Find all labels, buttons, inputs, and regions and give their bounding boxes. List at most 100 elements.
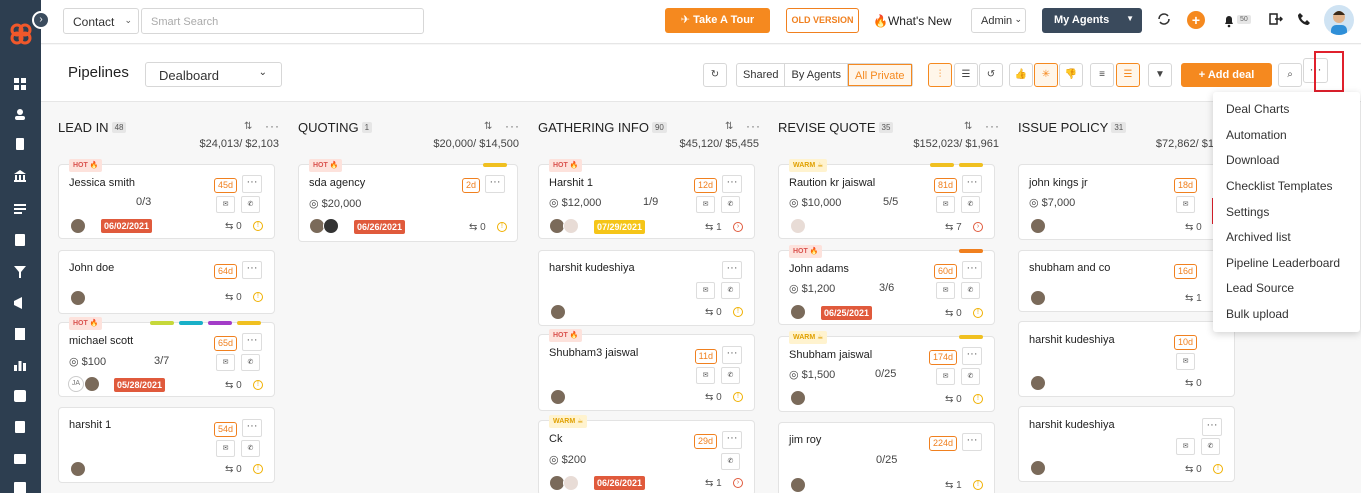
card-menu-button[interactable]: ···: [962, 433, 982, 451]
calculator-icon[interactable]: [14, 421, 26, 433]
my-agents-select[interactable]: My Agents ▼: [1042, 8, 1142, 33]
thumbs-down-button[interactable]: 👎: [1059, 63, 1083, 87]
old-version-button[interactable]: OLD VERSION: [786, 8, 859, 33]
board-select[interactable]: Dealboard ⌄: [145, 62, 282, 87]
email-icon[interactable]: ✉: [696, 196, 715, 213]
phone-icon[interactable]: ✆: [721, 367, 740, 384]
deal-card[interactable]: harshit kudeshiya 10d ✉ ⇆ 0: [1018, 321, 1235, 397]
bank-icon[interactable]: [14, 170, 26, 182]
filter-shared[interactable]: Shared: [737, 64, 786, 86]
take-a-tour-button[interactable]: ✈ Take A Tour: [665, 8, 770, 33]
menu-item-checklist-templates[interactable]: Checklist Templates: [1226, 179, 1360, 193]
search-button[interactable]: ⌕: [1278, 63, 1302, 87]
deal-card[interactable]: HOT 🔥 John adams 60d ··· ◎ $1,200 3/6 ✉ …: [778, 245, 995, 325]
sort-icon[interactable]: ⇅: [964, 121, 972, 132]
phone-icon[interactable]: ✆: [961, 196, 980, 213]
email-icon[interactable]: ✉: [936, 196, 955, 213]
email-icon[interactable]: ✉: [936, 368, 955, 385]
menu-item-bulk-upload[interactable]: Bulk upload: [1226, 307, 1346, 321]
smart-search-input[interactable]: Smart Search: [141, 8, 424, 34]
board-view-button[interactable]: ⫶: [928, 63, 952, 87]
card-menu-button[interactable]: ···: [242, 261, 262, 279]
deal-card[interactable]: shubham and co 16d ⇆ 1: [1018, 250, 1235, 312]
card-menu-button[interactable]: ···: [242, 419, 262, 437]
deal-card[interactable]: harshit kudeshiya ··· ✉ ✆ ⇆ 0 !: [538, 250, 755, 326]
filter-icon[interactable]: [14, 266, 26, 278]
refresh-button[interactable]: ↻: [703, 63, 727, 87]
app-logo[interactable]: [9, 22, 33, 46]
more-options-button[interactable]: ···: [1303, 58, 1328, 83]
card-menu-button[interactable]: ···: [722, 175, 742, 193]
analytics-icon[interactable]: [14, 390, 26, 402]
reports-icon[interactable]: [14, 359, 26, 371]
deal-card[interactable]: HOT 🔥 michael scott 65d ··· ◎ $100 3/7 ✉…: [58, 317, 275, 397]
card-menu-button[interactable]: ···: [962, 261, 982, 279]
phone-icon[interactable]: [1297, 12, 1313, 28]
menu-item-settings[interactable]: Settings: [1226, 205, 1346, 219]
phone-icon[interactable]: ✆: [961, 368, 980, 385]
email-icon[interactable]: ✉: [1176, 353, 1195, 370]
sort-icon[interactable]: ⇅: [244, 121, 252, 132]
deal-card[interactable]: harshit 1 54d ··· ✉ ✆ ⇆ 0 !: [58, 407, 275, 483]
menu-item-automation[interactable]: Automation: [1226, 128, 1346, 142]
deal-card[interactable]: HOT 🔥 Shubham3 jaiswal 11d ··· ✉ ✆ ⇆ 0 !: [538, 329, 755, 411]
filter-button[interactable]: ▼: [1148, 63, 1172, 87]
phone-icon[interactable]: ✆: [961, 282, 980, 299]
column-menu-button[interactable]: ···: [265, 119, 280, 133]
deal-card[interactable]: HOT 🔥 sda agency 2d ··· ◎ $20,000 06/26/…: [298, 159, 518, 242]
sort-icon[interactable]: ⇅: [725, 121, 733, 132]
filter-all-private[interactable]: All Private: [848, 64, 912, 86]
deal-card[interactable]: WARM ☕ Ck 29d ··· ◎ $200 ✆ 06/26/2021 ⇆ …: [538, 415, 755, 493]
phone-icon[interactable]: ✆: [241, 354, 260, 371]
email-icon[interactable]: ✉: [1176, 196, 1195, 213]
email-icon[interactable]: ✉: [216, 440, 235, 457]
documents-icon[interactable]: [14, 138, 26, 150]
history-button[interactable]: ↺: [979, 63, 1003, 87]
column-menu-button[interactable]: ···: [505, 119, 520, 133]
card-menu-button[interactable]: ···: [242, 333, 262, 351]
whats-new-link[interactable]: 🔥What's New: [873, 14, 952, 28]
card-menu-button[interactable]: ···: [722, 346, 742, 364]
menu-item-deal-charts[interactable]: Deal Charts: [1226, 102, 1346, 116]
card-menu-button[interactable]: ···: [962, 175, 982, 193]
card-menu-button[interactable]: ···: [962, 347, 982, 365]
dashboard-icon[interactable]: [14, 78, 26, 90]
email-icon[interactable]: ✉: [216, 354, 235, 371]
megaphone-icon[interactable]: [14, 297, 26, 309]
menu-item-archived-list[interactable]: Archived list: [1226, 230, 1346, 244]
compact-view-button[interactable]: ≡: [1090, 63, 1114, 87]
loading-filter-button[interactable]: ✳: [1034, 63, 1058, 87]
card-menu-button[interactable]: ···: [722, 261, 742, 279]
card-menu-button[interactable]: ···: [485, 175, 505, 193]
deal-card[interactable]: John doe 64d ··· ⇆ 0 !: [58, 250, 275, 314]
contacts-icon[interactable]: [14, 108, 26, 120]
phone-icon[interactable]: ✆: [721, 282, 740, 299]
bell-icon[interactable]: [1222, 14, 1238, 30]
list-icon[interactable]: [14, 203, 26, 215]
phone-icon[interactable]: ✆: [241, 196, 260, 213]
filter-by-agents[interactable]: By Agents: [785, 64, 849, 86]
phone-icon[interactable]: ✆: [721, 453, 740, 470]
menu-item-lead-source[interactable]: Lead Source: [1226, 281, 1346, 295]
deal-card[interactable]: harshit kudeshiya ··· ✉ ✆ ⇆ 0 !: [1018, 406, 1235, 482]
menu-item-download[interactable]: Download: [1226, 153, 1346, 167]
deal-card[interactable]: jim roy 224d ··· 0/25 ⇆ 1 !: [778, 422, 995, 493]
sort-icon[interactable]: ⇅: [484, 121, 492, 132]
quick-add-plus-icon[interactable]: +: [1187, 11, 1205, 29]
deal-card[interactable]: HOT 🔥 Harshit 1 12d ··· ◎ $12,000 1/9 ✉ …: [538, 159, 755, 239]
admin-select[interactable]: Admin ⌄: [971, 8, 1026, 33]
card-menu-button[interactable]: ···: [242, 175, 262, 193]
deal-card[interactable]: HOT 🔥 Jessica smith 45d ··· 0/3 ✉ ✆ 06/0…: [58, 159, 275, 239]
phone-icon[interactable]: ✆: [241, 440, 260, 457]
user-avatar[interactable]: [1324, 5, 1354, 35]
sidebar-toggle-chevron-icon[interactable]: ›: [32, 11, 50, 29]
calendar-icon[interactable]: [14, 452, 26, 464]
email-icon[interactable]: ✉: [1176, 438, 1195, 455]
deal-card[interactable]: john kings jr 18d ◎ $7,000 ✉ ⇆ 0: [1018, 164, 1235, 240]
phone-icon[interactable]: ✆: [1201, 438, 1220, 455]
notes-icon[interactable]: [14, 328, 26, 340]
phone-icon[interactable]: ✆: [721, 196, 740, 213]
card-menu-button[interactable]: ···: [722, 431, 742, 449]
deal-card[interactable]: WARM ☕ Raution kr jaiswal 81d ··· ◎ $10,…: [778, 159, 995, 239]
add-deal-button[interactable]: + Add deal: [1181, 63, 1272, 87]
